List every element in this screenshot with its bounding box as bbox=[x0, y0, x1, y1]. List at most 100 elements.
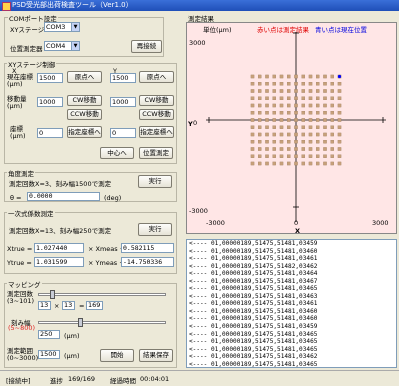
measured-point bbox=[287, 147, 291, 151]
measured-point bbox=[279, 125, 284, 130]
x-move-field[interactable]: 1000 bbox=[37, 97, 63, 107]
step-slider-track[interactable] bbox=[38, 321, 166, 324]
count-x-field[interactable]: 13 bbox=[38, 301, 51, 310]
log-line: <---- 01,00000189,51475,51482,03462 bbox=[189, 262, 318, 270]
measured-point bbox=[272, 147, 277, 151]
y-axis-label: Y bbox=[188, 120, 193, 128]
y-goto-button[interactable]: 指定座標へ bbox=[139, 126, 174, 138]
title-bar: PSD受光部出荷検査ツール（Ver1.0） bbox=[0, 0, 399, 11]
xy-stage-port-select[interactable]: COM3 ▼ bbox=[44, 22, 80, 32]
y-cw-button[interactable]: CW移動 bbox=[139, 95, 174, 106]
y-target-field[interactable]: 0 bbox=[110, 128, 136, 138]
measured-point bbox=[279, 103, 284, 108]
y-ccw-button[interactable]: CCW移動 bbox=[139, 109, 174, 120]
current-coord-label: 現在座標 (μm) bbox=[7, 73, 33, 88]
step-slider-thumb[interactable] bbox=[78, 318, 83, 327]
position-measure-button[interactable]: 位置測定 bbox=[139, 147, 173, 159]
measured-point bbox=[250, 74, 255, 79]
measured-point bbox=[287, 96, 291, 101]
measured-point bbox=[323, 111, 327, 115]
measured-point bbox=[287, 154, 291, 158]
measured-point bbox=[323, 118, 327, 122]
y-current-field[interactable]: 1500 bbox=[110, 73, 136, 83]
x-cw-button[interactable]: CW移動 bbox=[67, 95, 102, 106]
log-console[interactable]: <---- 01,00000189,51475,51481,03459 <----… bbox=[186, 239, 397, 368]
measured-point bbox=[287, 118, 291, 122]
xtrue-offset-field[interactable]: 0.582115 bbox=[121, 243, 174, 253]
theta-label: θ = bbox=[10, 194, 22, 202]
progress-value: 169/169 bbox=[68, 375, 96, 383]
step-field[interactable]: 250 bbox=[38, 330, 60, 339]
measured-point bbox=[315, 89, 320, 93]
measured-point bbox=[258, 161, 262, 166]
measured-point bbox=[301, 147, 306, 151]
measured-point bbox=[250, 82, 255, 86]
angle-run-button[interactable]: 実行 bbox=[138, 175, 172, 188]
measured-point bbox=[330, 82, 334, 86]
measured-point bbox=[337, 82, 342, 86]
measured-point bbox=[294, 125, 298, 130]
measured-point bbox=[294, 89, 298, 93]
coef-run-button[interactable]: 実行 bbox=[138, 223, 172, 236]
measured-point bbox=[337, 89, 342, 93]
current-position-point bbox=[337, 74, 342, 79]
measured-point bbox=[294, 82, 298, 86]
log-line: <---- 01,00000189,51475,51481,03467 bbox=[189, 277, 318, 285]
measured-point bbox=[272, 161, 277, 166]
measured-point bbox=[265, 161, 269, 166]
xtrue-slope-field[interactable]: 1.027440 bbox=[34, 243, 84, 253]
measured-point bbox=[279, 118, 284, 122]
measured-point bbox=[330, 147, 334, 151]
measured-point bbox=[287, 161, 291, 166]
measured-point bbox=[330, 89, 334, 93]
measured-point bbox=[279, 147, 284, 151]
measured-point bbox=[265, 74, 269, 79]
measured-point bbox=[308, 74, 313, 79]
measured-point bbox=[272, 111, 277, 115]
log-line: <---- 01,00000189,51475,51481,03465 bbox=[189, 338, 318, 346]
count-total-field[interactable]: 169 bbox=[86, 301, 103, 310]
measured-point bbox=[323, 154, 327, 158]
measured-point bbox=[294, 111, 298, 115]
measured-point bbox=[323, 140, 327, 144]
measured-point bbox=[308, 154, 313, 158]
mapping-save-button[interactable]: 結果保存 bbox=[139, 349, 173, 362]
y-move-field[interactable]: 1000 bbox=[110, 97, 136, 107]
ytrue-offset-field[interactable]: -14.750336 bbox=[121, 257, 174, 267]
center-button[interactable]: 中心へ bbox=[100, 147, 134, 159]
theta-field[interactable]: 0.0000 bbox=[27, 192, 100, 201]
measured-point bbox=[250, 111, 255, 115]
xtrue-label: Xtrue = bbox=[7, 245, 33, 253]
app-icon bbox=[2, 2, 11, 11]
ytrue-slope-field[interactable]: 1.031599 bbox=[34, 257, 84, 267]
x-origin-button[interactable]: 原点へ bbox=[67, 71, 102, 83]
range-field[interactable]: 1500 bbox=[38, 350, 60, 359]
measured-point bbox=[258, 125, 262, 130]
log-line: <---- 01,00000189,51475,51481,03460 bbox=[189, 247, 318, 255]
count-slider-thumb[interactable] bbox=[50, 290, 55, 299]
measured-point bbox=[315, 140, 320, 144]
measured-point bbox=[308, 118, 313, 122]
y-origin-button[interactable]: 原点へ bbox=[139, 71, 174, 83]
measured-point bbox=[258, 118, 262, 122]
x-target-field[interactable]: 0 bbox=[37, 128, 63, 138]
count-label: 測定回数 (3~101) bbox=[7, 290, 35, 305]
x-ccw-button[interactable]: CCW移動 bbox=[67, 109, 102, 120]
x-goto-button[interactable]: 指定座標へ bbox=[67, 126, 102, 138]
log-line: <---- 01,00000189,51475,51481,03459 bbox=[189, 323, 318, 331]
measured-point bbox=[308, 140, 313, 144]
reconnect-button[interactable]: 再接続 bbox=[131, 40, 162, 53]
mapping-start-button[interactable]: 開始 bbox=[100, 349, 134, 362]
count-y-field[interactable]: 13 bbox=[62, 301, 75, 310]
measured-point bbox=[330, 125, 334, 130]
measured-point bbox=[337, 132, 342, 137]
measured-point bbox=[315, 103, 320, 108]
chevron-down-icon: ▼ bbox=[71, 23, 79, 31]
measured-point bbox=[258, 111, 262, 115]
measured-point bbox=[308, 132, 313, 137]
position-meter-port-select[interactable]: COM4 ▼ bbox=[44, 41, 80, 51]
measured-point bbox=[330, 161, 334, 166]
x-current-field[interactable]: 1500 bbox=[37, 73, 63, 83]
count-slider-track[interactable] bbox=[38, 293, 166, 296]
measured-point bbox=[337, 147, 342, 151]
